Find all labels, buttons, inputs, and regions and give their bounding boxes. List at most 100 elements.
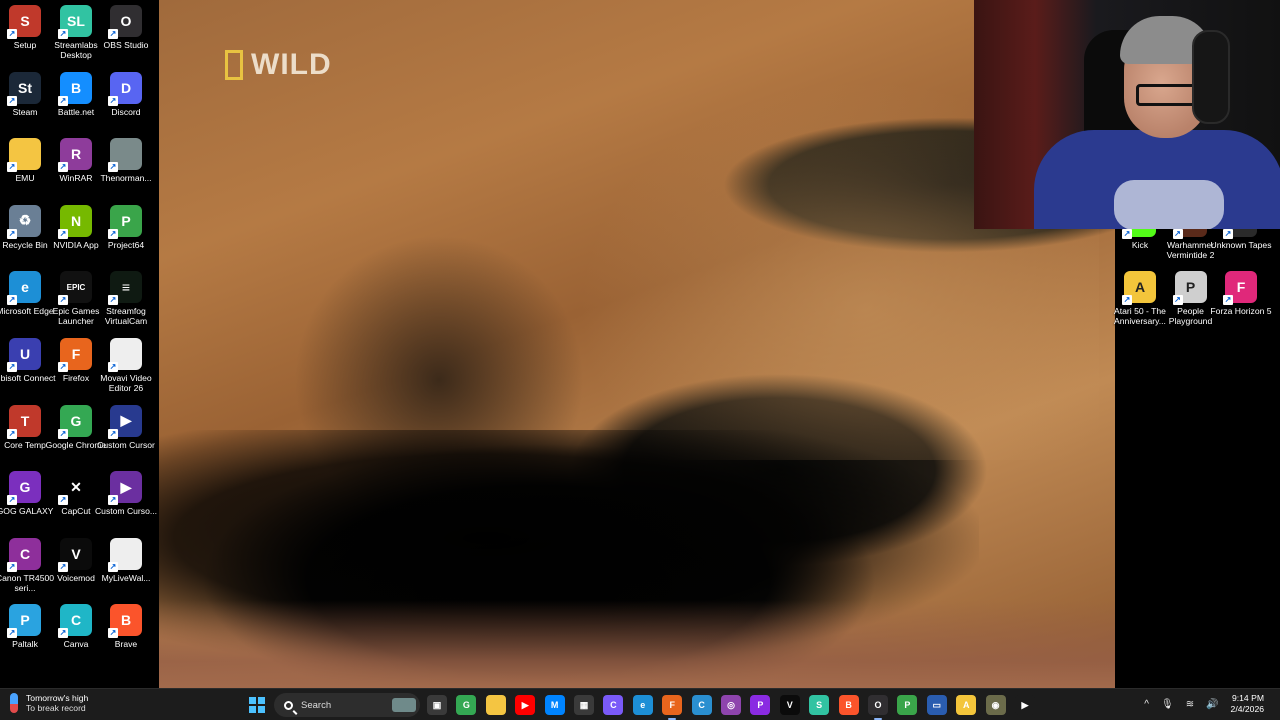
desktop-shortcut[interactable]: ↗ MyLiveWal... [100,537,152,583]
nvidia-icon: N ↗ [58,204,92,239]
pixel-icon[interactable]: P [750,695,771,715]
obs-icon: O ↗ [108,5,142,39]
capcut-icon: ✕ ↗ [58,471,92,506]
voicemod-icon[interactable]: V [779,695,800,715]
volume-icon[interactable]: 🔊 [1206,699,1218,710]
desktop-shortcut[interactable]: D ↗ Discord [100,71,152,117]
desktop-shortcut[interactable]: O ↗ OBS Studio [100,5,152,50]
shortcut-arrow-icon: ↗ [7,29,17,39]
shortcut-arrow-icon: ↗ [7,495,17,506]
webcam-overlay [974,0,1280,229]
desktop-shortcut-label: Forza Horizon 5 [1210,306,1272,316]
desktop-shortcut[interactable]: ≡ ↗ Streamfog VirtualCam [100,271,152,326]
xbox-icon[interactable]: ◉ [985,695,1006,715]
firefox-icon: F ↗ [58,338,92,372]
streamlabs-icon[interactable]: S [809,695,830,715]
shortcut-arrow-icon: ↗ [58,362,68,372]
desktop-shortcut-label: OBS Studio [103,40,149,50]
weather-widget[interactable]: Tomorrow's high To break record [10,693,88,713]
messenger-icon[interactable]: M [544,695,565,715]
video-frame: WILD [159,0,1115,688]
document-icon: ↗ [108,338,142,372]
taskbar: Tomorrow's high To break record Search ▣… [0,688,1280,720]
desktop-shortcut-label: Custom Cursor [97,439,155,450]
webcam-glasses [1136,84,1196,106]
chrome-icon[interactable]: G [456,695,477,715]
desktop-shortcut[interactable]: F ↗ Forza Horizon 5 [1210,271,1272,316]
task-view-icon[interactable]: ▣ [427,695,447,715]
clock[interactable]: 9:14 PM 2/4/2026 [1231,693,1264,715]
desktop-shortcut[interactable]: ▶ ↗ Custom Cursor [97,404,155,450]
watermark-text: WILD [251,48,332,81]
desktop-shortcut[interactable]: P ↗ Project64 [100,204,152,250]
shortcut-arrow-icon: ↗ [7,628,17,639]
folder-icon: ↗ [7,138,41,173]
steam-icon: St ↗ [7,71,41,106]
shortcut-arrow-icon: ↗ [108,495,118,506]
shortcut-arrow-icon: ↗ [108,628,118,639]
obs-icon[interactable]: O [868,695,888,720]
start-button[interactable] [249,697,265,713]
desktop-shortcut-label: Unknown Tapes [1210,240,1272,250]
cortana-icon[interactable]: C [691,695,712,715]
app-window-icon[interactable]: ▭ [926,695,947,715]
shortcut-arrow-icon: ↗ [108,362,118,372]
desktop-shortcut[interactable]: P ↗ People Playground [1165,271,1217,326]
shortcut-arrow-icon: ↗ [108,561,118,572]
copilot-icon[interactable]: C [603,695,624,715]
cursor-icon: ▶ ↗ [108,471,142,506]
desktop-shortcut[interactable]: C ↗ Canon TR4500 seri... [0,537,54,593]
app-icon[interactable]: ◎ [721,695,741,715]
desktop-shortcut[interactable]: ▶ ↗ Custom Curso... [95,471,157,516]
chevron-up-icon[interactable]: ^ [1144,699,1149,710]
shortcut-arrow-icon: ↗ [7,561,17,572]
shortcut-arrow-icon: ↗ [108,95,118,106]
cursor-icon[interactable]: ▶ [1015,695,1035,715]
shortcut-arrow-icon: ↗ [58,561,68,572]
desktop-shortcut-label: Custom Curso... [94,506,158,517]
shortcut-arrow-icon: ↗ [1122,229,1132,239]
shortcut-arrow-icon: ↗ [58,95,68,106]
file-explorer-icon[interactable] [485,695,506,715]
weather-line1: Tomorrow's high [26,693,89,703]
atari-icon[interactable]: A [956,695,977,715]
gog-icon: G ↗ [7,471,41,506]
desktop-shortcut-label: Streamfog VirtualCam [104,306,148,327]
desktop-shortcut[interactable]: B ↗ Brave [100,604,152,649]
edge-icon[interactable]: e [632,695,653,715]
project64-icon[interactable]: P [897,695,918,715]
search-box[interactable]: Search [274,693,420,717]
people-playground-icon: P ↗ [1172,271,1207,305]
wifi-icon[interactable]: ≋ [1186,699,1194,710]
shortcut-arrow-icon: ↗ [1223,229,1233,239]
shortcut-arrow-icon: ↗ [58,228,68,239]
chrome-icon: G ↗ [58,404,92,439]
desktop-shortcut[interactable]: SL ↗ Streamlabs Desktop [50,5,102,60]
natgeo-wild-logo: WILD [225,48,332,82]
shortcut-arrow-icon: ↗ [1172,295,1183,305]
microphone-icon[interactable]: 🎙 [1161,699,1174,710]
youtube-icon[interactable]: ▶ [515,695,536,715]
thermometer-icon: T ↗ [7,404,41,439]
search-icon [284,700,293,710]
desktop-shortcut-label: Movavi Video Editor 26 [100,373,152,393]
store-icon[interactable]: ▦ [574,695,594,715]
firefox-icon[interactable]: F [662,695,683,720]
brave-icon[interactable]: B [838,695,859,715]
shortcut-arrow-icon: ↗ [7,95,17,106]
video-rock-floor [159,600,1115,688]
search-highlight-icon [392,698,416,712]
paltalk-icon: P ↗ [7,604,41,639]
shortcut-arrow-icon: ↗ [58,495,68,506]
thermometer-icon [10,693,18,713]
shortcut-arrow-icon: ↗ [108,228,118,239]
shortcut-arrow-icon: ↗ [7,228,17,239]
voicemod-icon: V ↗ [58,537,92,572]
shortcut-arrow-icon: ↗ [7,162,17,173]
battlenet-icon: B ↗ [58,71,92,106]
desktop-shortcut[interactable]: ↗ Thenorman... [100,138,152,183]
desktop-shortcut-label: Brave [114,639,138,650]
brave-icon: B ↗ [108,604,142,639]
desktop-shortcut[interactable]: ↗ Movavi Video Editor 26 [100,338,152,393]
desktop-shortcut-label: MyLiveWal... [101,572,151,583]
